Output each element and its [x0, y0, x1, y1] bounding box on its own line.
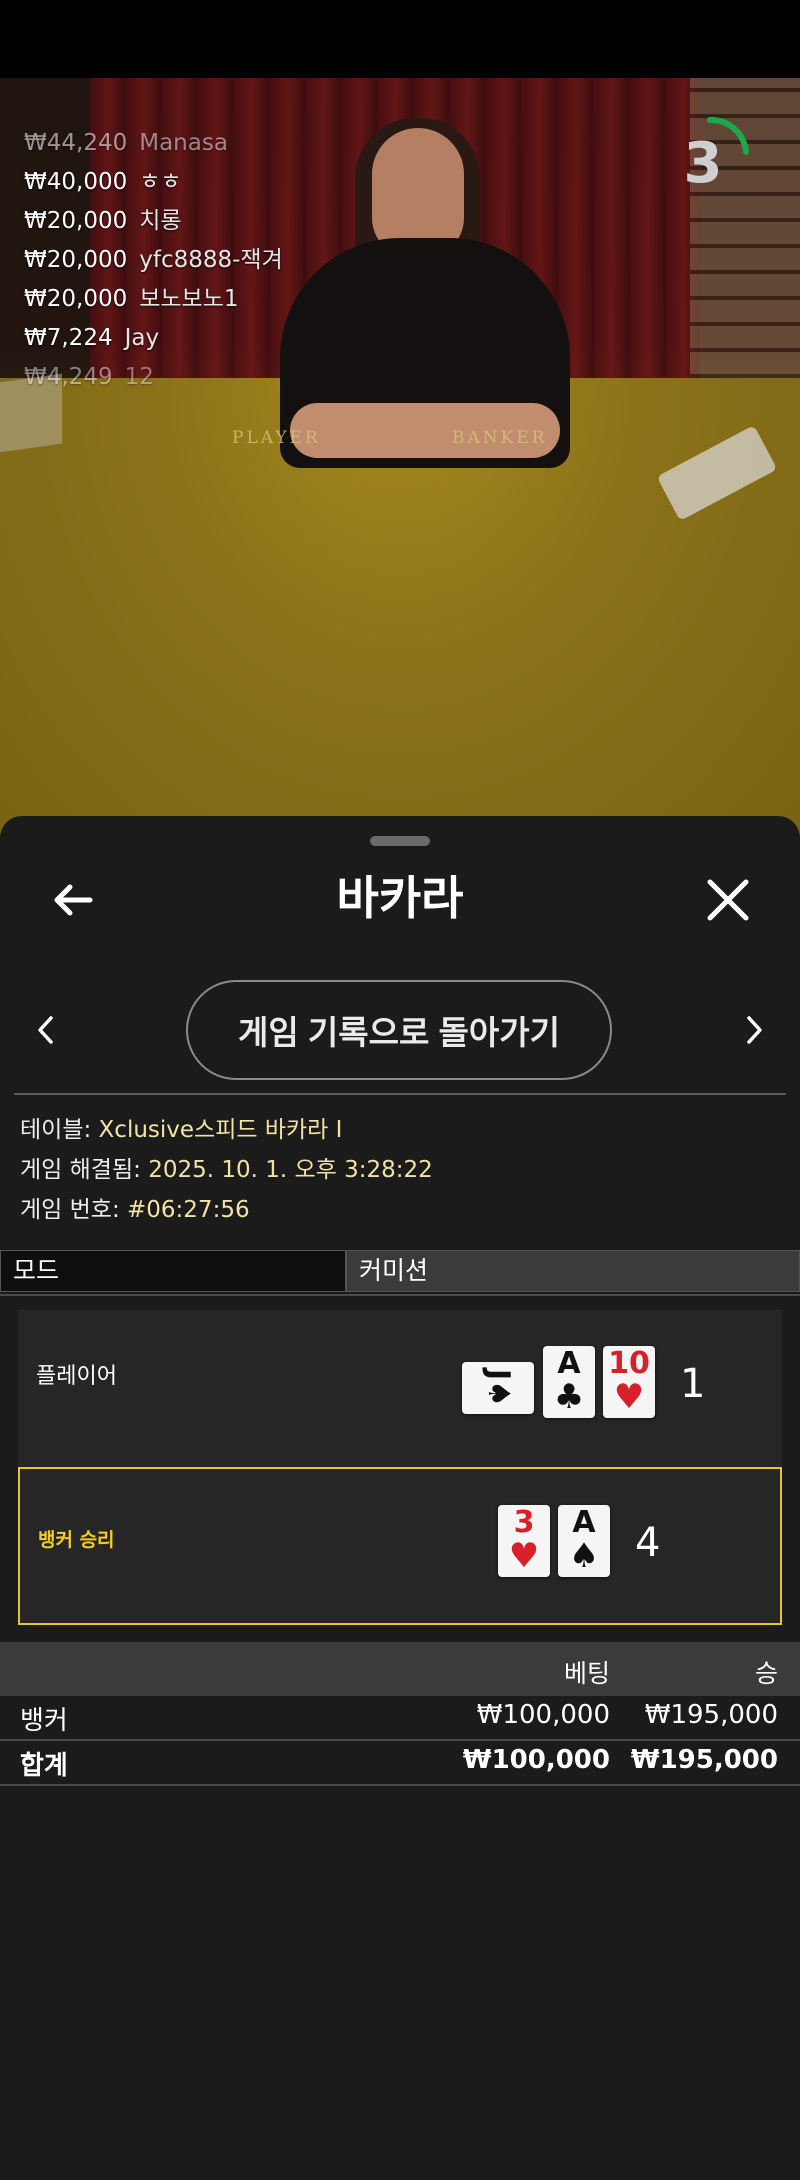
resolved-info: 게임 해결됨: 2025. 10. 1. 오후 3:28:22	[20, 1154, 433, 1186]
chevron-right-icon[interactable]	[738, 1010, 770, 1050]
bet-feed-item: ₩20,000 보노보노1	[24, 286, 239, 312]
results-header: 베팅 승	[0, 1642, 800, 1696]
table-row-total: 합계 ₩100,000 ₩195,000	[0, 1741, 800, 1786]
table-row: 뱅커 ₩100,000 ₩195,000	[0, 1696, 800, 1741]
resolved-label: 게임 해결됨:	[20, 1157, 141, 1183]
countdown-timer: 3	[683, 131, 723, 196]
bet-feed-item: ₩44,240 Manasa	[24, 130, 228, 156]
bet-feed-item: ₩40,000 ㅎㅎ	[24, 169, 182, 195]
table-label: 테이블:	[20, 1117, 92, 1143]
mode-value: 커미션	[346, 1250, 800, 1292]
mode-label: 모드	[0, 1250, 346, 1292]
game-number-label: 게임 번호:	[20, 1197, 120, 1223]
felt-label-banker: BANKER	[452, 428, 548, 448]
bet-feed-item: ₩7,224 Jay	[24, 325, 160, 351]
resolved-value: 2025. 10. 1. 오후 3:28:22	[148, 1157, 433, 1183]
live-bets-feed: ₩44,240 Manasa ₩40,000 ㅎㅎ ₩20,000 치롱 ₩20,00…	[24, 124, 283, 397]
divider	[14, 1093, 786, 1095]
bet-feed-item: ₩20,000 치롱	[24, 208, 182, 234]
table-value: Xclusive스피드 바카라 I	[98, 1117, 343, 1143]
mode-row: 모드 커미션	[0, 1250, 800, 1294]
table-info: 테이블: Xclusive스피드 바카라 I	[20, 1114, 342, 1146]
bet-feed-item: ₩4,249 12	[24, 364, 154, 390]
header-win: 승	[754, 1659, 778, 1688]
player-hand-label: 플레이어	[36, 1364, 117, 1389]
status-bar	[0, 0, 800, 78]
game-number-info: 게임 번호: #06:27:56	[20, 1194, 250, 1226]
close-icon[interactable]	[700, 872, 756, 928]
banker-score: 4	[635, 1520, 661, 1566]
sheet-title: 바카라	[336, 871, 464, 925]
playing-card: 3 ♥	[498, 1505, 550, 1577]
playing-card: J♠	[462, 1362, 534, 1414]
game-number-value: #06:27:56	[127, 1197, 250, 1223]
header-bet: 베팅	[563, 1659, 610, 1688]
back-to-history-button[interactable]: 게임 기록으로 돌아가기	[186, 980, 612, 1080]
player-hand: 플레이어 J♠ A ♣ 10 ♥ 1	[18, 1310, 782, 1468]
felt-label-player: PLAYER	[232, 428, 321, 448]
chevron-left-icon[interactable]	[30, 1010, 62, 1050]
playing-card: 10 ♥	[603, 1346, 655, 1418]
player-score: 1	[680, 1361, 706, 1407]
bet-feed-item: ₩20,000 yfc8888-잭겨	[24, 247, 283, 273]
divider	[0, 1294, 800, 1296]
drag-handle[interactable]	[370, 836, 430, 846]
banker-hand: 뱅커 승리 3 ♥ A ♠ 4	[18, 1467, 782, 1625]
playing-card: A ♠	[558, 1505, 610, 1577]
playing-card: A ♣	[543, 1346, 595, 1418]
banker-hand-label: 뱅커 승리	[38, 1529, 115, 1551]
